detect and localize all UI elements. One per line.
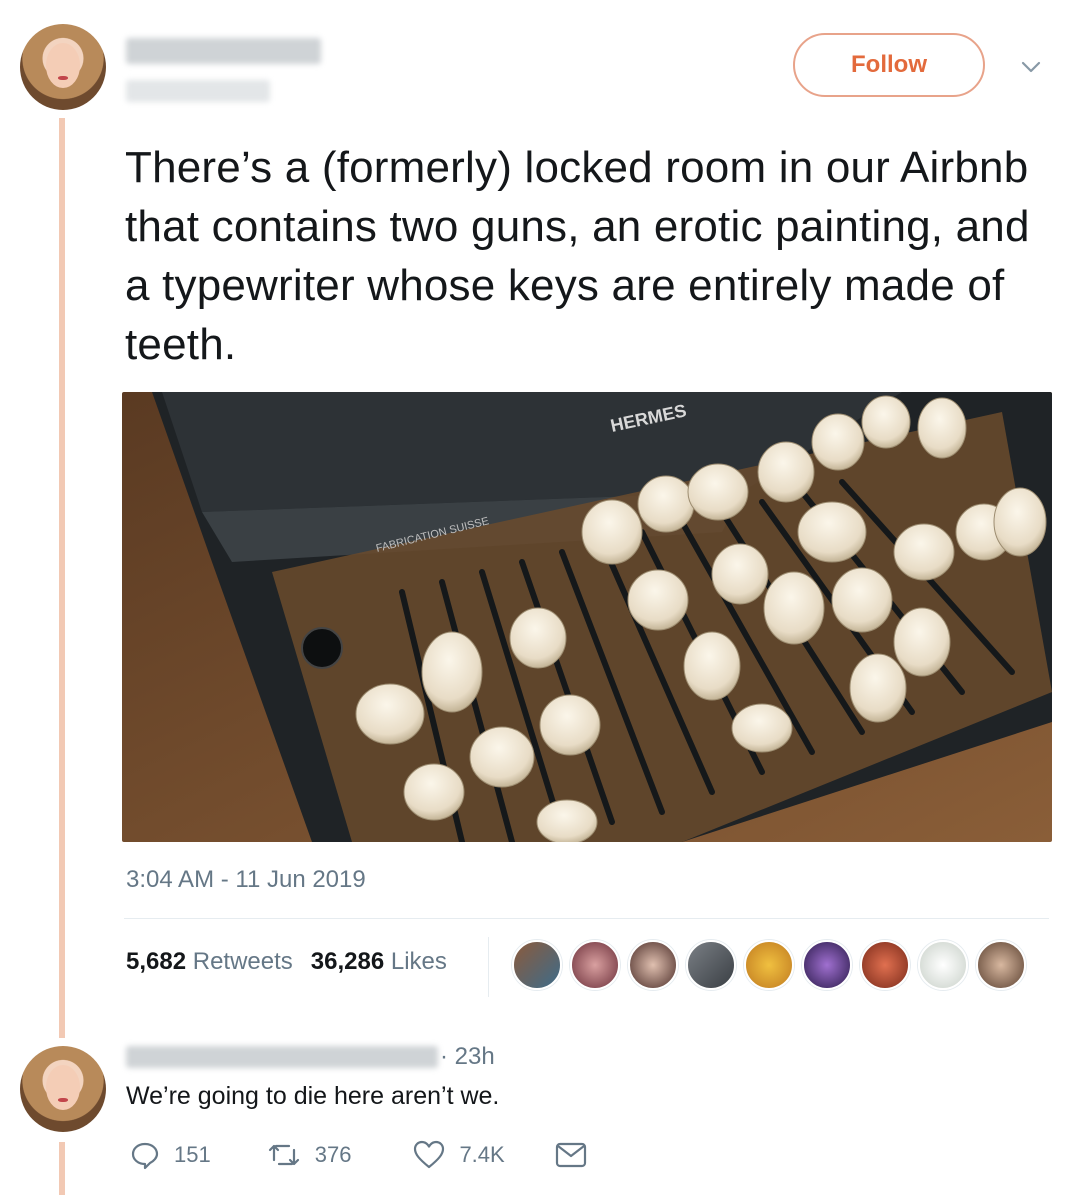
- liker-avatar[interactable]: [570, 940, 620, 990]
- reply-time[interactable]: · 23h: [440, 1043, 495, 1071]
- divider: [124, 918, 1049, 919]
- retweets-count: 5,682: [126, 948, 187, 975]
- liker-avatar[interactable]: [686, 940, 736, 990]
- reply-name-redacted: [126, 1046, 438, 1068]
- chevron-down-icon[interactable]: [1020, 56, 1042, 78]
- tweet-stats: 5,682 Retweets 36,286 Likes: [126, 948, 447, 976]
- reply-count: 151: [174, 1142, 211, 1167]
- tweet-timestamp[interactable]: 3:04 AM - 11 Jun 2019: [126, 866, 366, 894]
- liker-avatar[interactable]: [918, 940, 968, 990]
- heart-icon: [414, 1140, 445, 1169]
- liker-avatars: [512, 940, 1026, 990]
- liker-avatar[interactable]: [860, 940, 910, 990]
- author-handle-redacted: [126, 80, 270, 102]
- liker-avatar[interactable]: [512, 940, 562, 990]
- follow-button[interactable]: Follow: [793, 33, 985, 97]
- retweet-action[interactable]: 376: [267, 1140, 352, 1170]
- like-count: 7.4K: [459, 1142, 505, 1167]
- envelope-icon: [555, 1142, 586, 1168]
- reply-text: We’re going to die here aren’t we.: [126, 1082, 500, 1110]
- liker-avatar[interactable]: [744, 940, 794, 990]
- dm-action[interactable]: [555, 1141, 587, 1169]
- typewriter-teeth-photo: HERMES FABRICATION SUISSE: [122, 392, 1052, 842]
- reply-action[interactable]: 151: [130, 1140, 211, 1170]
- tweet-media-photo[interactable]: HERMES FABRICATION SUISSE: [122, 392, 1052, 842]
- author-name-redacted: [126, 38, 321, 64]
- reply-avatar[interactable]: [20, 1046, 106, 1132]
- thread-line: [59, 118, 65, 1038]
- like-action[interactable]: 7.4K: [413, 1140, 505, 1170]
- likes-count: 36,286: [310, 948, 385, 975]
- retweets-label: Retweets: [192, 948, 293, 975]
- stats-divider: [488, 937, 489, 997]
- author-avatar[interactable]: [20, 24, 106, 110]
- thread-line-lower: [59, 1142, 65, 1195]
- retweet-count: 376: [314, 1142, 352, 1167]
- tweet-text: There’s a (formerly) locked room in our …: [125, 143, 1030, 369]
- liker-avatar[interactable]: [976, 940, 1026, 990]
- reply-actions: 151 376 7.4K: [130, 1140, 587, 1170]
- reply-icon: [131, 1142, 159, 1170]
- retweets-stat[interactable]: 5,682 Retweets: [126, 948, 293, 976]
- likes-label: Likes: [390, 948, 447, 975]
- likes-stat[interactable]: 36,286 Likes: [311, 948, 447, 976]
- liker-avatar[interactable]: [628, 940, 678, 990]
- liker-avatar[interactable]: [802, 940, 852, 990]
- retweet-icon: [268, 1144, 299, 1166]
